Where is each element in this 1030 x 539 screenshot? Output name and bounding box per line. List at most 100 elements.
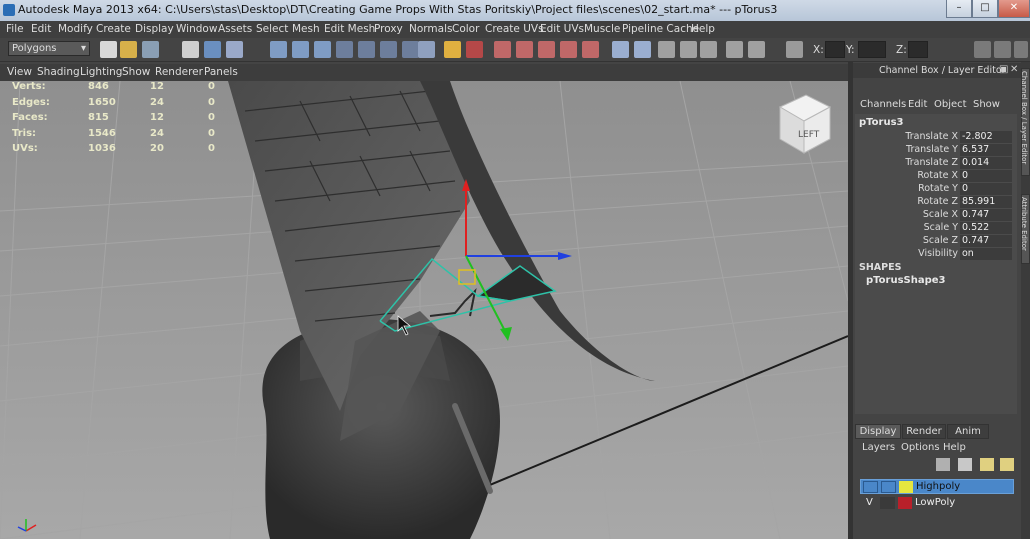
menu-normals[interactable]: Normals bbox=[409, 23, 452, 35]
tab-render[interactable]: Render bbox=[902, 424, 946, 439]
layers-menu-help[interactable]: Help bbox=[943, 442, 966, 453]
layer-visibility-toggle[interactable]: V bbox=[866, 497, 873, 508]
menu-color[interactable]: Color bbox=[452, 23, 479, 35]
viewport-menu-renderer[interactable]: Renderer bbox=[155, 66, 203, 78]
move-up-layer-icon[interactable] bbox=[980, 458, 994, 471]
layer-name[interactable]: LowPoly bbox=[915, 497, 955, 508]
menu-mesh[interactable]: Mesh bbox=[292, 23, 320, 35]
transform-mode-icon[interactable] bbox=[786, 41, 803, 58]
attr-translate-x[interactable]: Translate X -2.802 bbox=[856, 131, 1016, 144]
attr-rotate-x[interactable]: Rotate X0 bbox=[856, 170, 1016, 183]
viewport-menu-view[interactable]: View bbox=[7, 66, 32, 78]
cb-menu-show[interactable]: Show bbox=[973, 99, 1000, 110]
move-tool-icon[interactable] bbox=[270, 41, 287, 58]
scale-tool-icon[interactable] bbox=[314, 41, 331, 58]
layers-menu-layers[interactable]: Layers bbox=[862, 442, 895, 453]
camera-icon[interactable] bbox=[748, 41, 765, 58]
z-coord-field[interactable] bbox=[908, 41, 928, 58]
layer-row-lowpoly[interactable]: V LowPoly bbox=[860, 496, 1014, 511]
attr-scale-x[interactable]: Scale X 0.747 bbox=[856, 209, 1016, 222]
attr-translate-z[interactable]: Translate Z 0.014 bbox=[856, 157, 1016, 170]
layer-name[interactable]: Highpoly bbox=[916, 481, 960, 492]
menu-create[interactable]: Create bbox=[96, 23, 131, 35]
menu-file[interactable]: File bbox=[6, 23, 24, 35]
menu-edit-uvs[interactable]: Edit UVs bbox=[540, 23, 584, 35]
move-down-layer-icon[interactable] bbox=[1000, 458, 1014, 471]
rename-icon[interactable] bbox=[634, 41, 651, 58]
menu-create-uvs[interactable]: Create UVs bbox=[485, 23, 544, 35]
menu-pipeline-cache[interactable]: Pipeline Cache bbox=[622, 23, 699, 35]
layer-visibility-toggle[interactable] bbox=[863, 481, 878, 493]
close-icon[interactable]: ✕ bbox=[1010, 64, 1018, 75]
x-coord-field[interactable] bbox=[825, 41, 845, 58]
maximize-button[interactable]: □ bbox=[972, 0, 998, 18]
tab-display[interactable]: Display bbox=[855, 424, 901, 439]
snap-grid-icon[interactable] bbox=[336, 41, 353, 58]
attr-rotate-y[interactable]: Rotate Y0 bbox=[856, 183, 1016, 196]
viewport-menu-lighting[interactable]: Lighting bbox=[80, 66, 122, 78]
attr-rotate-z[interactable]: Rotate Z 85.991 bbox=[856, 196, 1016, 209]
menu-edit[interactable]: Edit bbox=[31, 23, 51, 35]
snap-curve-icon[interactable] bbox=[358, 41, 375, 58]
attr-value[interactable]: -2.802 bbox=[960, 131, 1012, 143]
side-tab-channel-box[interactable]: Channel Box / Layer Editor bbox=[1020, 68, 1030, 176]
attr-translate-y[interactable]: Translate Y 6.537 bbox=[856, 144, 1016, 157]
menu-help[interactable]: Help bbox=[691, 23, 715, 35]
menu-assets[interactable]: Assets bbox=[218, 23, 252, 35]
menu-proxy[interactable]: Proxy bbox=[374, 23, 403, 35]
select-object-icon[interactable] bbox=[204, 41, 221, 58]
cb-menu-object[interactable]: Object bbox=[934, 99, 967, 110]
toggle-channel-box-icon[interactable] bbox=[1014, 41, 1028, 58]
attr-value[interactable]: on bbox=[960, 248, 1012, 260]
attr-value[interactable]: 0 bbox=[960, 170, 1012, 182]
toggle-tool-settings-icon[interactable] bbox=[994, 41, 1011, 58]
input-line-icon[interactable] bbox=[612, 41, 629, 58]
attr-value[interactable]: 85.991 bbox=[960, 196, 1012, 208]
magnet-icon[interactable] bbox=[466, 41, 483, 58]
menu-muscle[interactable]: Muscle bbox=[584, 23, 620, 35]
layer-color-swatch[interactable] bbox=[898, 497, 912, 509]
side-tab-attribute-editor[interactable]: Attribute Editor bbox=[1020, 194, 1030, 264]
layer-color-swatch[interactable] bbox=[899, 481, 913, 493]
open-scene-icon[interactable] bbox=[120, 41, 137, 58]
y-coord-field[interactable] bbox=[858, 41, 886, 58]
close-window-button[interactable]: ✕ bbox=[998, 0, 1030, 18]
construction-history-icon[interactable] bbox=[658, 41, 675, 58]
layers-menu-options[interactable]: Options bbox=[901, 442, 940, 453]
menu-modify[interactable]: Modify bbox=[58, 23, 93, 35]
tab-anim[interactable]: Anim bbox=[947, 424, 989, 439]
shape-node-name[interactable]: pTorusShape3 bbox=[866, 275, 946, 286]
menu-set-dropdown[interactable]: Polygons ▾ bbox=[8, 41, 90, 56]
new-layer-selected-icon[interactable] bbox=[958, 458, 972, 471]
viewport-menu-panels[interactable]: Panels bbox=[204, 66, 238, 78]
save-scene-icon[interactable] bbox=[142, 41, 159, 58]
attr-scale-z[interactable]: Scale Z 0.747 bbox=[856, 235, 1016, 248]
hypershade-icon[interactable] bbox=[582, 41, 599, 58]
cb-menu-edit[interactable]: Edit bbox=[908, 99, 927, 110]
layer-row-highpoly[interactable]: Highpoly bbox=[860, 479, 1014, 494]
attr-value[interactable]: 0 bbox=[960, 183, 1012, 195]
rotate-tool-icon[interactable] bbox=[292, 41, 309, 58]
snapshot-icon[interactable] bbox=[700, 41, 717, 58]
minimize-button[interactable]: – bbox=[946, 0, 972, 18]
viewport-menu-show[interactable]: Show bbox=[122, 66, 150, 78]
menu-select[interactable]: Select bbox=[256, 23, 288, 35]
attr-value[interactable]: 0.747 bbox=[960, 235, 1012, 247]
select-hierarchy-icon[interactable] bbox=[182, 41, 199, 58]
viewport-menu-shading[interactable]: Shading bbox=[37, 66, 80, 78]
selected-object-name[interactable]: pTorus3 bbox=[859, 117, 903, 128]
attr-value[interactable]: 0.747 bbox=[960, 209, 1012, 221]
lock-icon[interactable] bbox=[444, 41, 461, 58]
ipr-render-icon[interactable] bbox=[538, 41, 555, 58]
attr-value[interactable]: 0.014 bbox=[960, 157, 1012, 169]
perspective-viewport[interactable]: LEFT Verts: 846 12 0 Edges: 1650 24 0 Fa… bbox=[0, 81, 848, 539]
select-component-icon[interactable] bbox=[226, 41, 243, 58]
new-layer-icon[interactable] bbox=[936, 458, 950, 471]
render-view-icon[interactable] bbox=[494, 41, 511, 58]
render-region-icon[interactable] bbox=[680, 41, 697, 58]
grid-toggle-icon[interactable] bbox=[726, 41, 743, 58]
cb-menu-channels[interactable]: Channels bbox=[860, 99, 906, 110]
attr-visibility[interactable]: Visibility on bbox=[856, 248, 1016, 261]
menu-edit-mesh[interactable]: Edit Mesh bbox=[324, 23, 375, 35]
help-query-icon[interactable] bbox=[418, 41, 435, 58]
